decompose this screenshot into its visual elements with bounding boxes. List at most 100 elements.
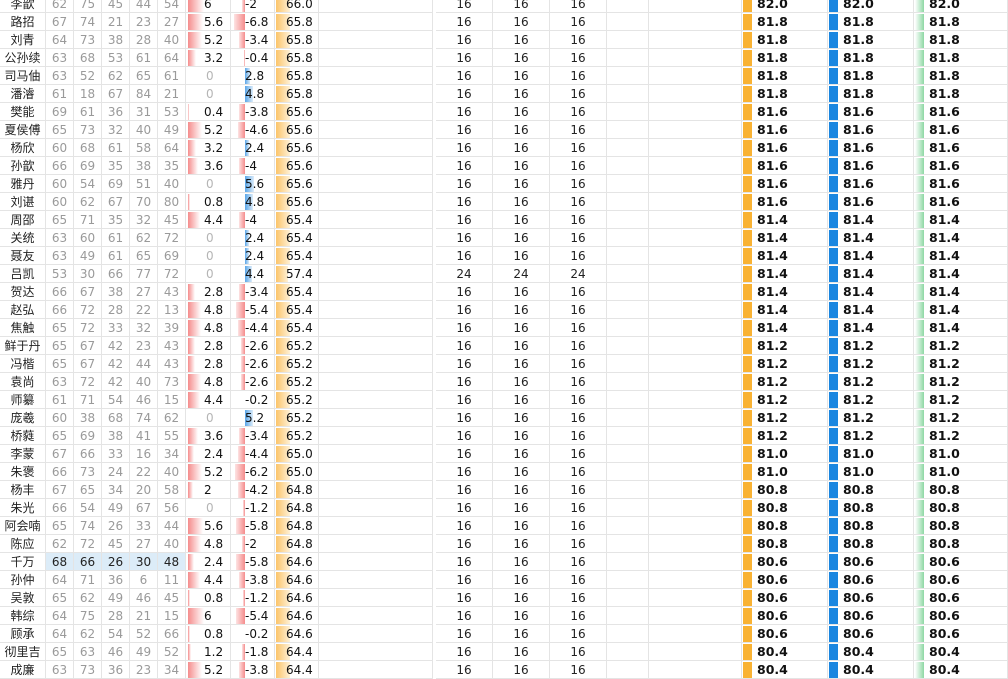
stat-cell[interactable]: 62 <box>74 589 102 607</box>
score-cell[interactable]: 64.6 <box>275 607 319 625</box>
empty-cell[interactable] <box>319 589 433 607</box>
stat-cell[interactable]: 6 <box>130 571 158 589</box>
delta-cell[interactable]: -4.2 <box>231 481 275 499</box>
stat-cell[interactable]: 26 <box>102 517 130 535</box>
delta-cell[interactable]: -4.4 <box>231 445 275 463</box>
empty-cell[interactable] <box>649 391 742 409</box>
empty-cell[interactable] <box>319 301 433 319</box>
rating-cell[interactable]: 81.6 <box>914 175 1008 193</box>
empty-cell[interactable] <box>319 661 433 679</box>
delta-cell[interactable]: -6.8 <box>231 13 275 31</box>
rating-cell[interactable]: 80.6 <box>914 571 1008 589</box>
count-cell[interactable]: 16 <box>436 355 493 373</box>
name-cell[interactable]: 鲜于丹 <box>0 337 46 355</box>
empty-cell[interactable] <box>607 463 649 481</box>
count-cell[interactable]: 16 <box>550 0 607 13</box>
score-cell[interactable]: 65.6 <box>275 121 319 139</box>
stat-cell[interactable]: 65 <box>130 67 158 85</box>
name-cell[interactable]: 袁尚 <box>0 373 46 391</box>
stat-cell[interactable]: 58 <box>158 481 186 499</box>
stat-cell[interactable]: 70 <box>130 193 158 211</box>
rating-cell[interactable]: 81.4 <box>828 211 914 229</box>
score-cell[interactable]: 57.4 <box>275 265 319 283</box>
stat-cell[interactable]: 44 <box>130 0 158 13</box>
empty-cell[interactable] <box>607 355 649 373</box>
stat-cell[interactable]: 80 <box>158 193 186 211</box>
stat-cell[interactable]: 65 <box>46 589 74 607</box>
table-row[interactable]: 聂友 63 49 61 65 69 0 2.4 65.4 16 16 16 81.4 81.4 81.4 <box>0 247 1008 265</box>
count-cell[interactable]: 16 <box>550 661 607 679</box>
rating-cell[interactable]: 81.0 <box>742 463 828 481</box>
stat-cell[interactable]: 54 <box>74 175 102 193</box>
rating-cell[interactable]: 81.8 <box>828 67 914 85</box>
stat-cell[interactable]: 67 <box>46 481 74 499</box>
table-row[interactable]: 吴敦 65 62 49 46 45 0.8 -1.2 64.6 16 16 16 80.6 80.6 80.… <box>0 589 1008 607</box>
name-cell[interactable]: 顾承 <box>0 625 46 643</box>
rating-cell[interactable]: 81.2 <box>828 409 914 427</box>
stat-cell[interactable]: 16 <box>130 445 158 463</box>
stat-cell[interactable]: 32 <box>130 319 158 337</box>
score-cell[interactable]: 65.8 <box>275 31 319 49</box>
empty-cell[interactable] <box>319 31 433 49</box>
stat-cell[interactable]: 69 <box>74 157 102 175</box>
stat-cell[interactable]: 36 <box>102 571 130 589</box>
rating-cell[interactable]: 81.2 <box>742 391 828 409</box>
count-cell[interactable]: 16 <box>493 229 550 247</box>
stat-cell[interactable]: 66 <box>158 625 186 643</box>
delta-cell[interactable]: -2 <box>231 535 275 553</box>
stat-cell[interactable]: 72 <box>74 535 102 553</box>
rating-cell[interactable]: 81.6 <box>742 193 828 211</box>
empty-cell[interactable] <box>607 13 649 31</box>
stat-cell[interactable]: 61 <box>102 247 130 265</box>
stat-cell[interactable]: 67 <box>102 193 130 211</box>
stat-cell[interactable]: 72 <box>158 229 186 247</box>
bonus-cell[interactable]: 4.8 <box>186 319 231 337</box>
rating-cell[interactable]: 81.6 <box>742 157 828 175</box>
empty-cell[interactable] <box>607 571 649 589</box>
name-cell[interactable]: 贺达 <box>0 283 46 301</box>
stat-cell[interactable]: 65 <box>46 517 74 535</box>
count-cell[interactable]: 16 <box>436 661 493 679</box>
delta-cell[interactable]: -2.6 <box>231 373 275 391</box>
empty-cell[interactable] <box>607 499 649 517</box>
empty-cell[interactable] <box>649 535 742 553</box>
stat-cell[interactable]: 66 <box>46 283 74 301</box>
empty-cell[interactable] <box>607 67 649 85</box>
count-cell[interactable]: 16 <box>436 85 493 103</box>
rating-cell[interactable]: 81.4 <box>828 301 914 319</box>
empty-cell[interactable] <box>649 661 742 679</box>
stat-cell[interactable]: 35 <box>158 157 186 175</box>
bonus-cell[interactable]: 6 <box>186 0 231 13</box>
count-cell[interactable]: 16 <box>436 175 493 193</box>
stat-cell[interactable]: 15 <box>158 391 186 409</box>
stat-cell[interactable]: 64 <box>158 49 186 67</box>
count-cell[interactable]: 16 <box>436 409 493 427</box>
table-row[interactable]: 雅丹 60 54 69 51 40 0 5.6 65.6 16 16 16 81.6 81.6 81.6 <box>0 175 1008 193</box>
rating-cell[interactable]: 80.8 <box>828 517 914 535</box>
bonus-cell[interactable]: 4.8 <box>186 535 231 553</box>
count-cell[interactable]: 16 <box>436 0 493 13</box>
bonus-cell[interactable]: 4.4 <box>186 571 231 589</box>
score-cell[interactable]: 65.0 <box>275 445 319 463</box>
rating-cell[interactable]: 80.6 <box>828 589 914 607</box>
score-cell[interactable]: 65.2 <box>275 337 319 355</box>
stat-cell[interactable]: 11 <box>158 571 186 589</box>
empty-cell[interactable] <box>607 283 649 301</box>
stat-cell[interactable]: 63 <box>46 67 74 85</box>
name-cell[interactable]: 朱光 <box>0 499 46 517</box>
stat-cell[interactable]: 77 <box>130 265 158 283</box>
count-cell[interactable]: 16 <box>493 121 550 139</box>
empty-cell[interactable] <box>607 607 649 625</box>
delta-cell[interactable]: -5.8 <box>231 517 275 535</box>
stat-cell[interactable]: 27 <box>158 13 186 31</box>
empty-cell[interactable] <box>319 373 433 391</box>
stat-cell[interactable]: 75 <box>74 607 102 625</box>
empty-cell[interactable] <box>319 553 433 571</box>
rating-cell[interactable]: 81.8 <box>914 67 1008 85</box>
name-cell[interactable]: 李歆 <box>0 0 46 13</box>
stat-cell[interactable]: 63 <box>46 247 74 265</box>
bonus-cell[interactable]: 2.8 <box>186 337 231 355</box>
stat-cell[interactable]: 60 <box>46 193 74 211</box>
empty-cell[interactable] <box>649 427 742 445</box>
stat-cell[interactable]: 49 <box>74 247 102 265</box>
